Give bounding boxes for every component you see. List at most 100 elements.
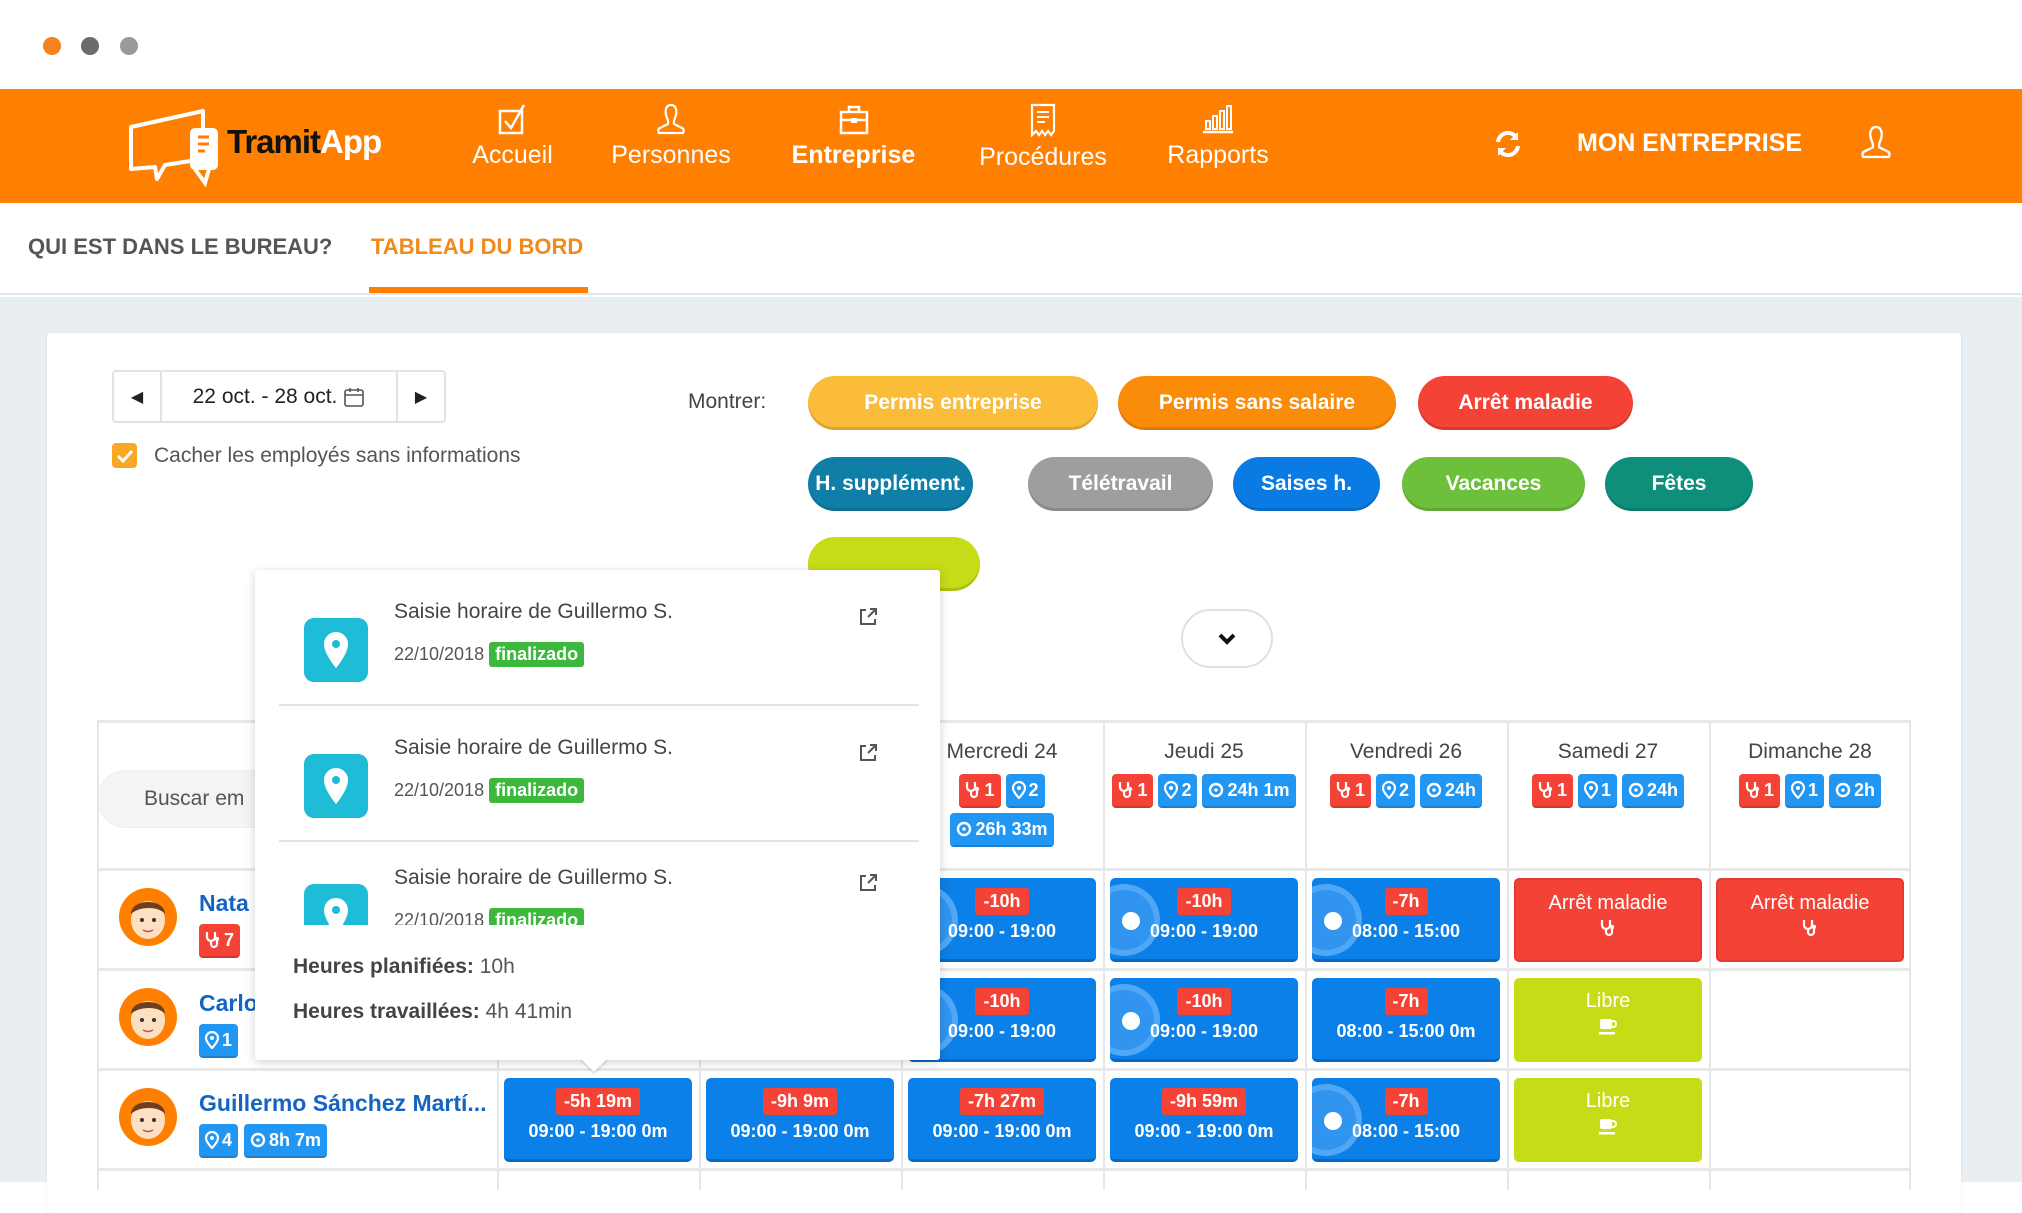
clock-icon (250, 1132, 266, 1148)
nav-label: Accueil (472, 141, 553, 169)
nav-item-rapports[interactable]: Rapports (1162, 103, 1274, 170)
sick-count-badge[interactable]: 1 (1112, 774, 1154, 808)
time-entry-item[interactable]: Saisie horaire de Guillermo S. 22/10/2018… (279, 836, 919, 925)
user-profile-button[interactable] (1860, 124, 1892, 164)
date-range-field[interactable]: 22 oct. - 28 oct. (160, 372, 398, 421)
badge-value: 24h (1647, 779, 1679, 800)
shift-time: 09:00 - 19:00 0m (932, 1121, 1072, 1141)
entry-title: Saisie horaire de Guillermo S. (394, 736, 673, 759)
shift-cell[interactable]: -9h 9m 09:00 - 19:00 0m (706, 1078, 894, 1162)
sick-leave-cell[interactable]: Arrêt maladie (1514, 878, 1702, 962)
previous-week-button[interactable]: ◀ (114, 372, 160, 421)
shift-cell[interactable]: -5h 19m 09:00 - 19:00 0m (504, 1078, 692, 1162)
grid-column-line (97, 720, 99, 1190)
clock-count-badge[interactable]: 8h 7m (244, 1124, 328, 1158)
employee-name[interactable]: Carlo (199, 990, 258, 1017)
filter-chip[interactable]: Fêtes (1605, 457, 1753, 511)
status-badge: finalizado (489, 908, 585, 925)
free-day-cell[interactable]: Libre (1514, 978, 1702, 1062)
document-icon (1030, 103, 1056, 137)
shift-cell[interactable]: -7h 27m 09:00 - 19:00 0m (908, 1078, 1096, 1162)
filter-chip[interactable]: Arrêt maladie (1418, 376, 1633, 430)
location-count-badge[interactable]: 2 (1005, 774, 1045, 808)
hide-empty-checkbox[interactable] (112, 443, 137, 468)
clock-count-badge[interactable]: 24h 1m (1202, 774, 1296, 808)
filter-chip[interactable]: Vacances (1402, 457, 1585, 511)
location-pin-icon (1381, 781, 1396, 799)
nav-item-entreprise[interactable]: Entreprise (786, 103, 921, 170)
nav-item-personnes[interactable]: Personnes (606, 103, 736, 170)
sick-count-badge[interactable]: 1 (1738, 774, 1780, 808)
briefcase-icon (839, 105, 868, 135)
shift-cell[interactable]: -10h 09:00 - 19:00 (1110, 878, 1298, 962)
refresh-button[interactable] (1493, 129, 1523, 163)
filter-chip[interactable]: H. supplément. (808, 457, 973, 511)
location-pin-icon (1011, 781, 1026, 799)
clock-icon (1628, 782, 1644, 798)
stethoscope-icon (1119, 782, 1133, 799)
day-header: Dimanche 28 1 1 2h (1709, 740, 1911, 808)
shift-cell[interactable]: -7h 08:00 - 15:00 (1312, 1078, 1500, 1162)
open-entry-button[interactable] (857, 742, 879, 768)
filter-chip[interactable]: Permis entreprise (808, 376, 1098, 430)
clock-count-badge[interactable]: 26h 33m (950, 813, 1054, 847)
stethoscope-icon (966, 782, 980, 799)
nav-item-accueil[interactable]: Accueil (470, 103, 555, 170)
location-count-badge[interactable]: 1 (1577, 774, 1617, 808)
tab-tableau-du-bord[interactable]: TABLEAU DU BORD (371, 234, 583, 260)
popover-arrow (580, 1058, 608, 1072)
clock-count-badge[interactable]: 2h (1829, 774, 1882, 808)
location-count-badge[interactable]: 2 (1158, 774, 1198, 808)
company-menu[interactable]: MON ENTREPRISE (1577, 129, 1802, 158)
open-entry-button[interactable] (857, 606, 879, 632)
hours-delta-badge: -7h (1384, 988, 1428, 1015)
badge-value: 2 (1398, 779, 1409, 800)
free-day-cell[interactable]: Libre (1514, 1078, 1702, 1162)
stethoscope-icon (1538, 782, 1553, 799)
location-count-badge[interactable]: 4 (199, 1124, 239, 1158)
time-entry-item[interactable]: Saisie horaire de Guillermo S. 22/10/2018… (279, 706, 919, 842)
date-range-picker: ◀ 22 oct. - 28 oct. ▶ (112, 370, 446, 423)
shift-cell[interactable]: -7h 08:00 - 15:00 (1312, 878, 1500, 962)
person-icon (657, 103, 685, 135)
tramitapp-logo[interactable]: TramitApp (125, 107, 385, 188)
window-close-dot[interactable] (43, 37, 61, 55)
location-count-badge[interactable]: 1 (1784, 774, 1824, 808)
open-entry-button[interactable] (857, 872, 879, 898)
clock-count-badge[interactable]: 24h (1420, 774, 1483, 808)
sick-count-badge[interactable]: 1 (959, 774, 1001, 808)
employee-badges: 7 (199, 924, 241, 958)
external-link-icon (860, 874, 877, 891)
filter-chip[interactable]: Saises h. (1233, 457, 1380, 511)
sick-count-badge[interactable]: 1 (1531, 774, 1573, 808)
entry-date-row: 22/10/2018 finalizado (394, 908, 585, 925)
tab-qui-est-dans-le-bureau[interactable]: QUI EST DANS LE BUREAU? (28, 234, 332, 260)
employee-avatar (119, 888, 177, 946)
filter-chip[interactable]: Permis sans salaire (1118, 376, 1396, 430)
clock-count-badge[interactable]: 24h (1622, 774, 1685, 808)
stethoscope-icon (1336, 782, 1351, 799)
window-minimize-dot[interactable] (81, 37, 99, 55)
shift-time: 09:00 - 19:00 0m (528, 1121, 668, 1141)
window-maximize-dot[interactable] (120, 37, 138, 55)
sick-count-badge[interactable]: 7 (199, 924, 241, 958)
shift-cell[interactable]: -7h 08:00 - 15:00 0m (1312, 978, 1500, 1062)
external-link-icon (860, 608, 877, 625)
nav-item-procedures[interactable]: Procédures (973, 103, 1113, 172)
next-week-button[interactable]: ▶ (398, 372, 444, 421)
free-day-label: Libre (1585, 990, 1631, 1012)
shift-cell[interactable]: -9h 59m 09:00 - 19:00 0m (1110, 1078, 1298, 1162)
employee-name[interactable]: Nata (199, 890, 249, 917)
expand-filters-button[interactable] (1181, 609, 1273, 668)
worked-hours-label: Heures travaillées: (293, 1000, 480, 1023)
location-count-badge[interactable]: 1 (199, 1024, 239, 1058)
sick-count-badge[interactable]: 1 (1329, 774, 1371, 808)
location-count-badge[interactable]: 2 (1375, 774, 1415, 808)
shift-cell[interactable]: -10h 09:00 - 19:00 (1110, 978, 1298, 1062)
hours-delta-badge: -10h (1177, 888, 1231, 915)
filter-chip[interactable]: Télétravail (1028, 457, 1213, 511)
employee-name[interactable]: Guillermo Sánchez Martí... (199, 1090, 487, 1117)
sick-leave-cell[interactable]: Arrêt maladie (1716, 878, 1904, 962)
time-entry-item[interactable]: Saisie horaire de Guillermo S. 22/10/2018… (279, 570, 919, 706)
popover-items: Saisie horaire de Guillermo S. 22/10/2018… (255, 570, 940, 925)
